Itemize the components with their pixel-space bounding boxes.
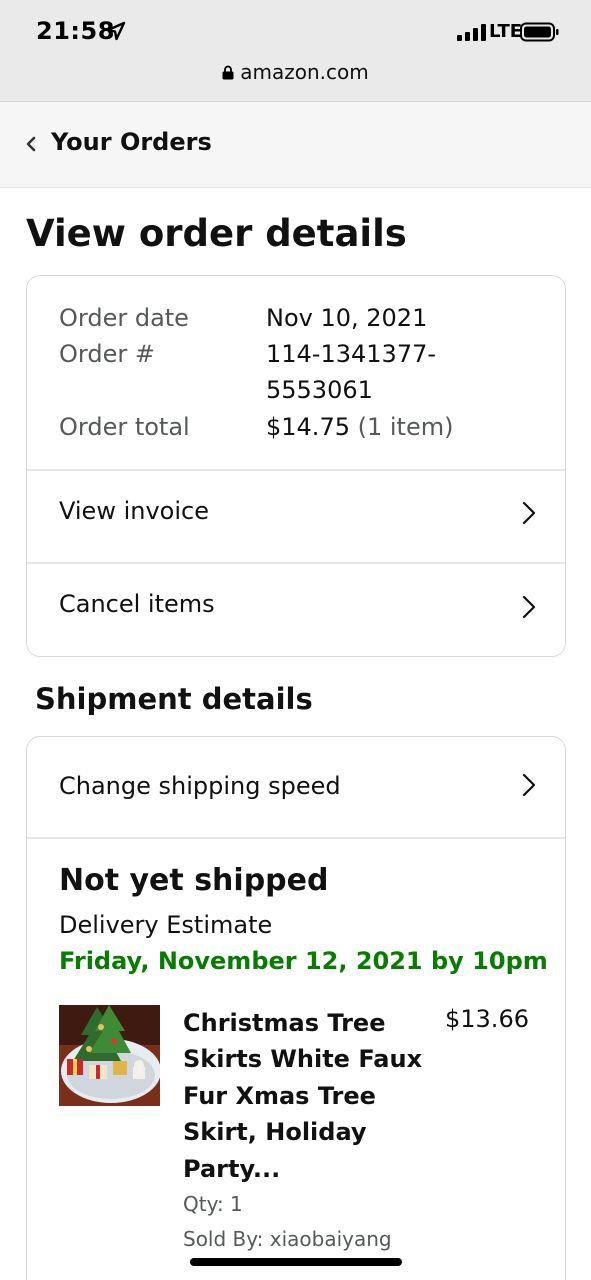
order-total-label: Order total — [59, 413, 190, 441]
item-quantity: Qty: 1 — [183, 1192, 243, 1216]
page-title: View order details — [26, 212, 407, 255]
lock-icon — [222, 65, 234, 80]
battery-icon — [520, 22, 559, 42]
view-invoice-label: View invoice — [59, 497, 209, 525]
status-bar — [0, 0, 591, 102]
address-bar[interactable]: amazon.com — [0, 60, 591, 84]
view-invoice-row[interactable]: View invoice — [27, 471, 565, 563]
url-text: amazon.com — [240, 60, 369, 84]
chevron-left-icon[interactable] — [24, 134, 38, 154]
item-price: $13.66 — [445, 1005, 529, 1033]
shipment-section-title: Shipment details — [35, 682, 313, 716]
status-time: 21:58 — [36, 17, 115, 45]
order-number-line1: 114-1341377- — [266, 340, 437, 368]
order-date-value: Nov 10, 2021 — [266, 304, 428, 332]
delivery-date: Friday, November 12, 2021 by 10pm — [59, 947, 548, 975]
product-title-link[interactable]: Christmas Tree Skirts White Faux Fur Xma… — [183, 1005, 433, 1187]
order-total-value: $14.75 — [266, 413, 350, 441]
chevron-right-icon — [522, 501, 536, 525]
delivery-estimate-label: Delivery Estimate — [59, 911, 273, 939]
shipment-card: Change shipping speed Not yet shipped De… — [26, 736, 566, 1280]
order-number-line2: 5553061 — [266, 376, 373, 404]
chevron-right-icon — [522, 773, 536, 797]
chevron-right-icon — [522, 595, 536, 619]
order-summary-card: Order date Nov 10, 2021 Order # 114-1341… — [26, 275, 566, 657]
order-number-label: Order # — [59, 340, 155, 368]
cellular-signal-icon — [457, 24, 486, 41]
order-date-label: Order date — [59, 304, 189, 332]
back-to-orders-link[interactable]: Your Orders — [51, 128, 212, 156]
change-shipping-speed-row[interactable]: Change shipping speed — [27, 737, 565, 837]
network-type: LTE — [489, 21, 523, 42]
divider — [27, 837, 565, 839]
order-total-value-wrap: $14.75 (1 item) — [266, 409, 453, 445]
order-item-count: (1 item) — [357, 413, 454, 441]
product-thumbnail[interactable] — [59, 1005, 160, 1106]
change-shipping-speed-label: Change shipping speed — [59, 772, 341, 800]
home-indicator — [190, 1258, 402, 1266]
cancel-items-label: Cancel items — [59, 590, 215, 618]
item-seller: Sold By: xiaobaiyang — [183, 1227, 392, 1251]
cancel-items-row[interactable]: Cancel items — [27, 564, 565, 656]
shipment-status: Not yet shipped — [59, 863, 329, 898]
location-arrow-icon — [106, 21, 126, 41]
